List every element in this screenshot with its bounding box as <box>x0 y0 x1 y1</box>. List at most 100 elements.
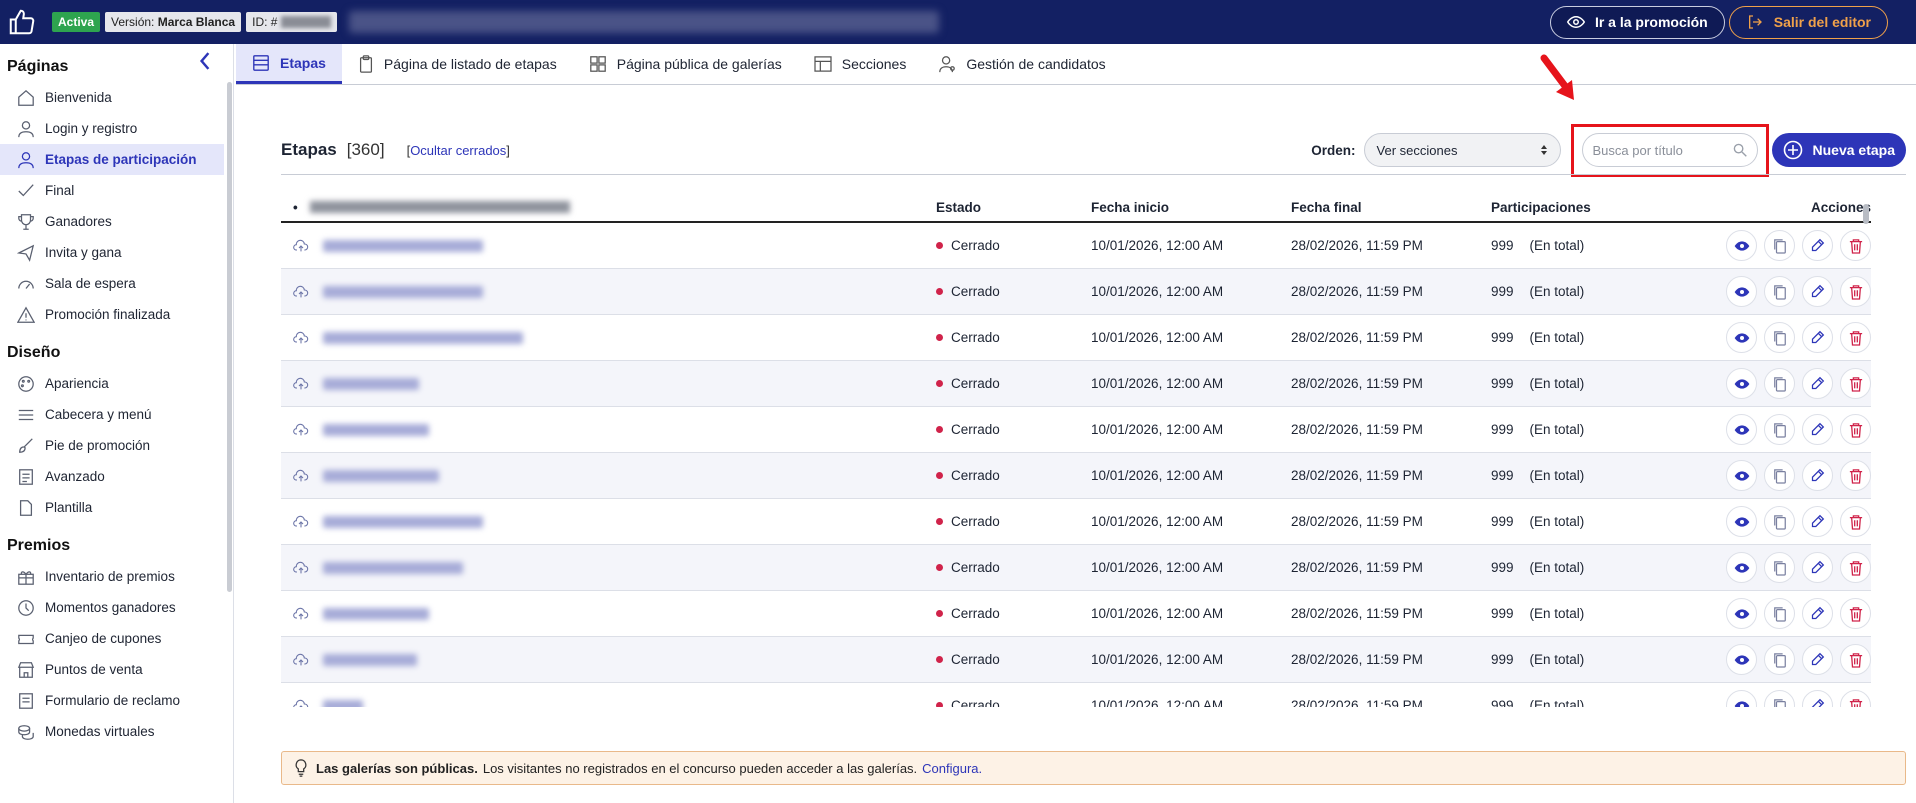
stage-name-redacted[interactable] <box>323 469 439 482</box>
collapse-sidebar-button[interactable] <box>198 52 212 75</box>
view-button[interactable] <box>1726 460 1757 491</box>
view-button[interactable] <box>1726 598 1757 629</box>
exit-editor-button[interactable]: Salir del editor <box>1728 5 1888 39</box>
view-button[interactable] <box>1726 414 1757 445</box>
sidebar-item-invita-y-gana[interactable]: Invita y gana <box>0 237 233 268</box>
stage-name-redacted[interactable] <box>323 239 483 252</box>
duplicate-button[interactable] <box>1764 644 1795 675</box>
sidebar-scrollbar[interactable] <box>227 82 232 592</box>
duplicate-button[interactable] <box>1764 552 1795 583</box>
view-button[interactable] <box>1726 322 1757 353</box>
sidebar-item-ganadores[interactable]: Ganadores <box>0 206 233 237</box>
table-scrollbar[interactable] <box>1863 204 1869 224</box>
go-to-promotion-button[interactable]: Ir a la promoción <box>1549 5 1725 39</box>
sidebar-item-bienvenida[interactable]: Bienvenida <box>0 82 233 113</box>
duplicate-button[interactable] <box>1764 414 1795 445</box>
stage-name-redacted[interactable] <box>323 653 417 666</box>
table-row[interactable]: Cerrado 10/01/2026, 12:00 AM 28/02/2026,… <box>281 637 1871 683</box>
table-row[interactable]: Cerrado 10/01/2026, 12:00 AM 28/02/2026,… <box>281 223 1871 269</box>
table-row[interactable]: Cerrado 10/01/2026, 12:00 AM 28/02/2026,… <box>281 407 1871 453</box>
sidebar-item-plantilla[interactable]: Plantilla <box>0 492 233 523</box>
sidebar-item-avanzado[interactable]: Avanzado <box>0 461 233 492</box>
duplicate-button[interactable] <box>1764 322 1795 353</box>
sidebar-item-formulario-de-reclamo[interactable]: Formulario de reclamo <box>0 685 233 716</box>
table-row[interactable]: Cerrado 10/01/2026, 12:00 AM 28/02/2026,… <box>281 545 1871 591</box>
delete-button[interactable] <box>1840 598 1871 629</box>
sidebar-item-sala-de-espera[interactable]: Sala de espera <box>0 268 233 299</box>
table-row[interactable]: Cerrado 10/01/2026, 12:00 AM 28/02/2026,… <box>281 453 1871 499</box>
edit-button[interactable] <box>1802 644 1833 675</box>
view-button[interactable] <box>1726 690 1757 707</box>
delete-button[interactable] <box>1840 506 1871 537</box>
duplicate-button[interactable] <box>1764 690 1795 707</box>
delete-button[interactable] <box>1840 690 1871 707</box>
table-row[interactable]: Cerrado 10/01/2026, 12:00 AM 28/02/2026,… <box>281 315 1871 361</box>
delete-button[interactable] <box>1840 322 1871 353</box>
cloud-upload-icon[interactable] <box>293 423 309 437</box>
sidebar-item-puntos-de-venta[interactable]: Puntos de venta <box>0 654 233 685</box>
cloud-upload-icon[interactable] <box>293 607 309 621</box>
cloud-upload-icon[interactable] <box>293 377 309 391</box>
table-row[interactable]: Cerrado 10/01/2026, 12:00 AM 28/02/2026,… <box>281 591 1871 637</box>
sidebar-item-inventario-de-premios[interactable]: Inventario de premios <box>0 561 233 592</box>
edit-button[interactable] <box>1802 506 1833 537</box>
sidebar-item-final[interactable]: Final <box>0 175 233 206</box>
duplicate-button[interactable] <box>1764 276 1795 307</box>
sidebar-item-cabecera-y-menu[interactable]: Cabecera y menú <box>0 399 233 430</box>
cloud-upload-icon[interactable] <box>293 285 309 299</box>
delete-button[interactable] <box>1840 368 1871 399</box>
table-row[interactable]: Cerrado 10/01/2026, 12:00 AM 28/02/2026,… <box>281 269 1871 315</box>
edit-button[interactable] <box>1802 552 1833 583</box>
delete-button[interactable] <box>1840 644 1871 675</box>
table-row[interactable]: Cerrado 10/01/2026, 12:00 AM 28/02/2026,… <box>281 683 1871 707</box>
view-button[interactable] <box>1726 552 1757 583</box>
edit-button[interactable] <box>1802 460 1833 491</box>
edit-button[interactable] <box>1802 322 1833 353</box>
table-row[interactable]: Cerrado 10/01/2026, 12:00 AM 28/02/2026,… <box>281 499 1871 545</box>
duplicate-button[interactable] <box>1764 598 1795 629</box>
sidebar-item-apariencia[interactable]: Apariencia <box>0 368 233 399</box>
sidebar-item-pie-de-promocion[interactable]: Pie de promoción <box>0 430 233 461</box>
stage-name-redacted[interactable] <box>323 423 429 436</box>
tab-public-gallery-page[interactable]: Página pública de galerías <box>573 44 798 84</box>
delete-button[interactable] <box>1840 230 1871 261</box>
sidebar-item-momentos-ganadores[interactable]: Momentos ganadores <box>0 592 233 623</box>
view-button[interactable] <box>1726 368 1757 399</box>
configure-link[interactable]: Configura. <box>922 761 982 776</box>
stage-name-redacted[interactable] <box>323 561 463 574</box>
cloud-upload-icon[interactable] <box>293 561 309 575</box>
cloud-upload-icon[interactable] <box>293 331 309 345</box>
view-button[interactable] <box>1726 644 1757 675</box>
table-row[interactable]: Cerrado 10/01/2026, 12:00 AM 28/02/2026,… <box>281 361 1871 407</box>
delete-button[interactable] <box>1840 460 1871 491</box>
duplicate-button[interactable] <box>1764 460 1795 491</box>
tab-stage-list-page[interactable]: Página de listado de etapas <box>342 44 573 84</box>
sidebar-item-promocion-finalizada[interactable]: Promoción finalizada <box>0 299 233 330</box>
edit-button[interactable] <box>1802 276 1833 307</box>
delete-button[interactable] <box>1840 552 1871 583</box>
view-button[interactable] <box>1726 276 1757 307</box>
cloud-upload-icon[interactable] <box>293 699 309 708</box>
search-input[interactable]: Busca por título <box>1581 133 1758 167</box>
stage-name-redacted[interactable] <box>323 699 363 707</box>
order-select[interactable]: Ver secciones <box>1363 133 1561 167</box>
delete-button[interactable] <box>1840 414 1871 445</box>
stage-name-redacted[interactable] <box>323 377 419 390</box>
stage-name-redacted[interactable] <box>323 285 483 298</box>
sidebar-item-canjeo-de-cupones[interactable]: Canjeo de cupones <box>0 623 233 654</box>
tab-etapas[interactable]: Etapas <box>236 44 342 84</box>
cloud-upload-icon[interactable] <box>293 515 309 529</box>
delete-button[interactable] <box>1840 276 1871 307</box>
cloud-upload-icon[interactable] <box>293 239 309 253</box>
stage-name-redacted[interactable] <box>323 331 523 344</box>
edit-button[interactable] <box>1802 598 1833 629</box>
stage-name-redacted[interactable] <box>323 607 429 620</box>
edit-button[interactable] <box>1802 690 1833 707</box>
tab-candidate-management[interactable]: Gestión de candidatos <box>922 44 1121 84</box>
sidebar-item-etapas-de-participacion[interactable]: Etapas de participación <box>0 144 224 175</box>
edit-button[interactable] <box>1802 368 1833 399</box>
new-stage-button[interactable]: Nueva etapa <box>1771 133 1906 167</box>
cloud-upload-icon[interactable] <box>293 653 309 667</box>
duplicate-button[interactable] <box>1764 368 1795 399</box>
edit-button[interactable] <box>1802 414 1833 445</box>
